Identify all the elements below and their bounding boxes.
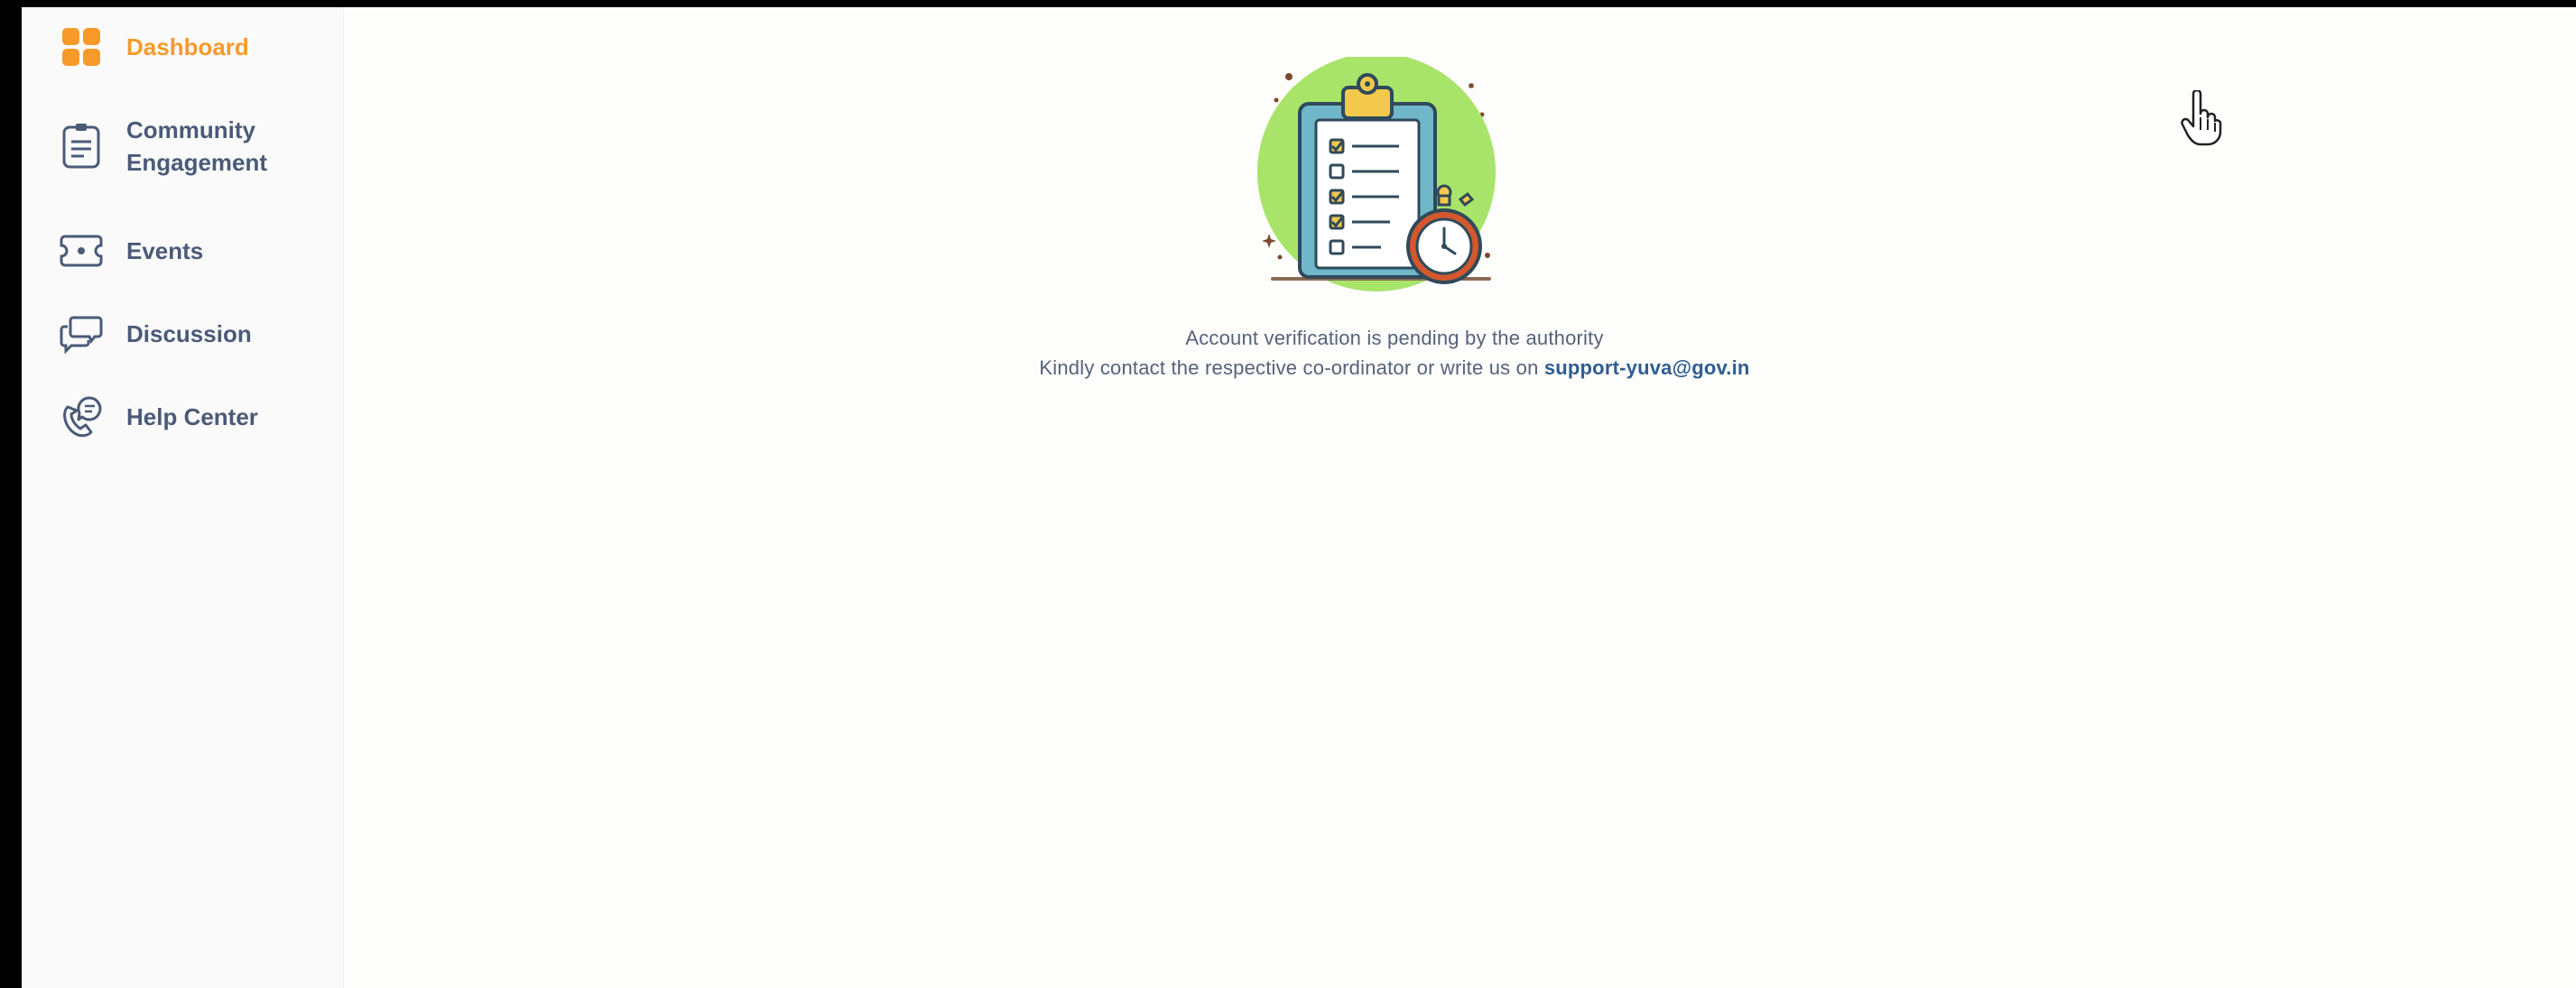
verification-status-message: Account verification is pending by the a… — [1185, 327, 1604, 349]
screen-frame: Dashboard Community Engagement Events Di… — [0, 0, 2576, 988]
ticket-icon — [58, 227, 105, 274]
contact-message: Kindly contact the respective co-ordinat… — [343, 356, 2446, 380]
chat-bubbles-icon — [58, 310, 105, 357]
main-content: Account verification is pending by the a… — [343, 7, 2576, 988]
hand-cursor-icon — [2181, 88, 2222, 146]
dashboard-grid-icon — [58, 23, 105, 70]
sidebar-item-dashboard[interactable]: Dashboard — [58, 23, 289, 70]
support-email-link[interactable]: support-yuva@gov.in — [1544, 356, 1750, 379]
sidebar-item-label: Help Center — [126, 403, 258, 430]
app-window: Dashboard Community Engagement Events Di… — [22, 7, 2576, 988]
verification-pending-illustration — [1246, 53, 1507, 300]
sidebar-item-label: Discussion — [126, 320, 252, 347]
phone-support-icon — [58, 393, 105, 440]
sidebar-item-discussion[interactable]: Discussion — [58, 310, 289, 357]
sidebar-item-help-center[interactable]: Help Center — [58, 393, 289, 440]
sidebar-item-label: Dashboard — [126, 33, 249, 60]
sidebar-item-events[interactable]: Events — [58, 227, 289, 274]
clipboard-icon — [58, 123, 105, 170]
contact-message-text: Kindly contact the respective co-ordinat… — [1039, 356, 1544, 379]
sidebar-item-label: Community Engagement — [126, 116, 268, 176]
sidebar-item-label: Events — [126, 237, 204, 264]
sidebar: Dashboard Community Engagement Events Di… — [22, 7, 344, 988]
sidebar-item-community-engagement[interactable]: Community Engagement — [58, 114, 289, 179]
